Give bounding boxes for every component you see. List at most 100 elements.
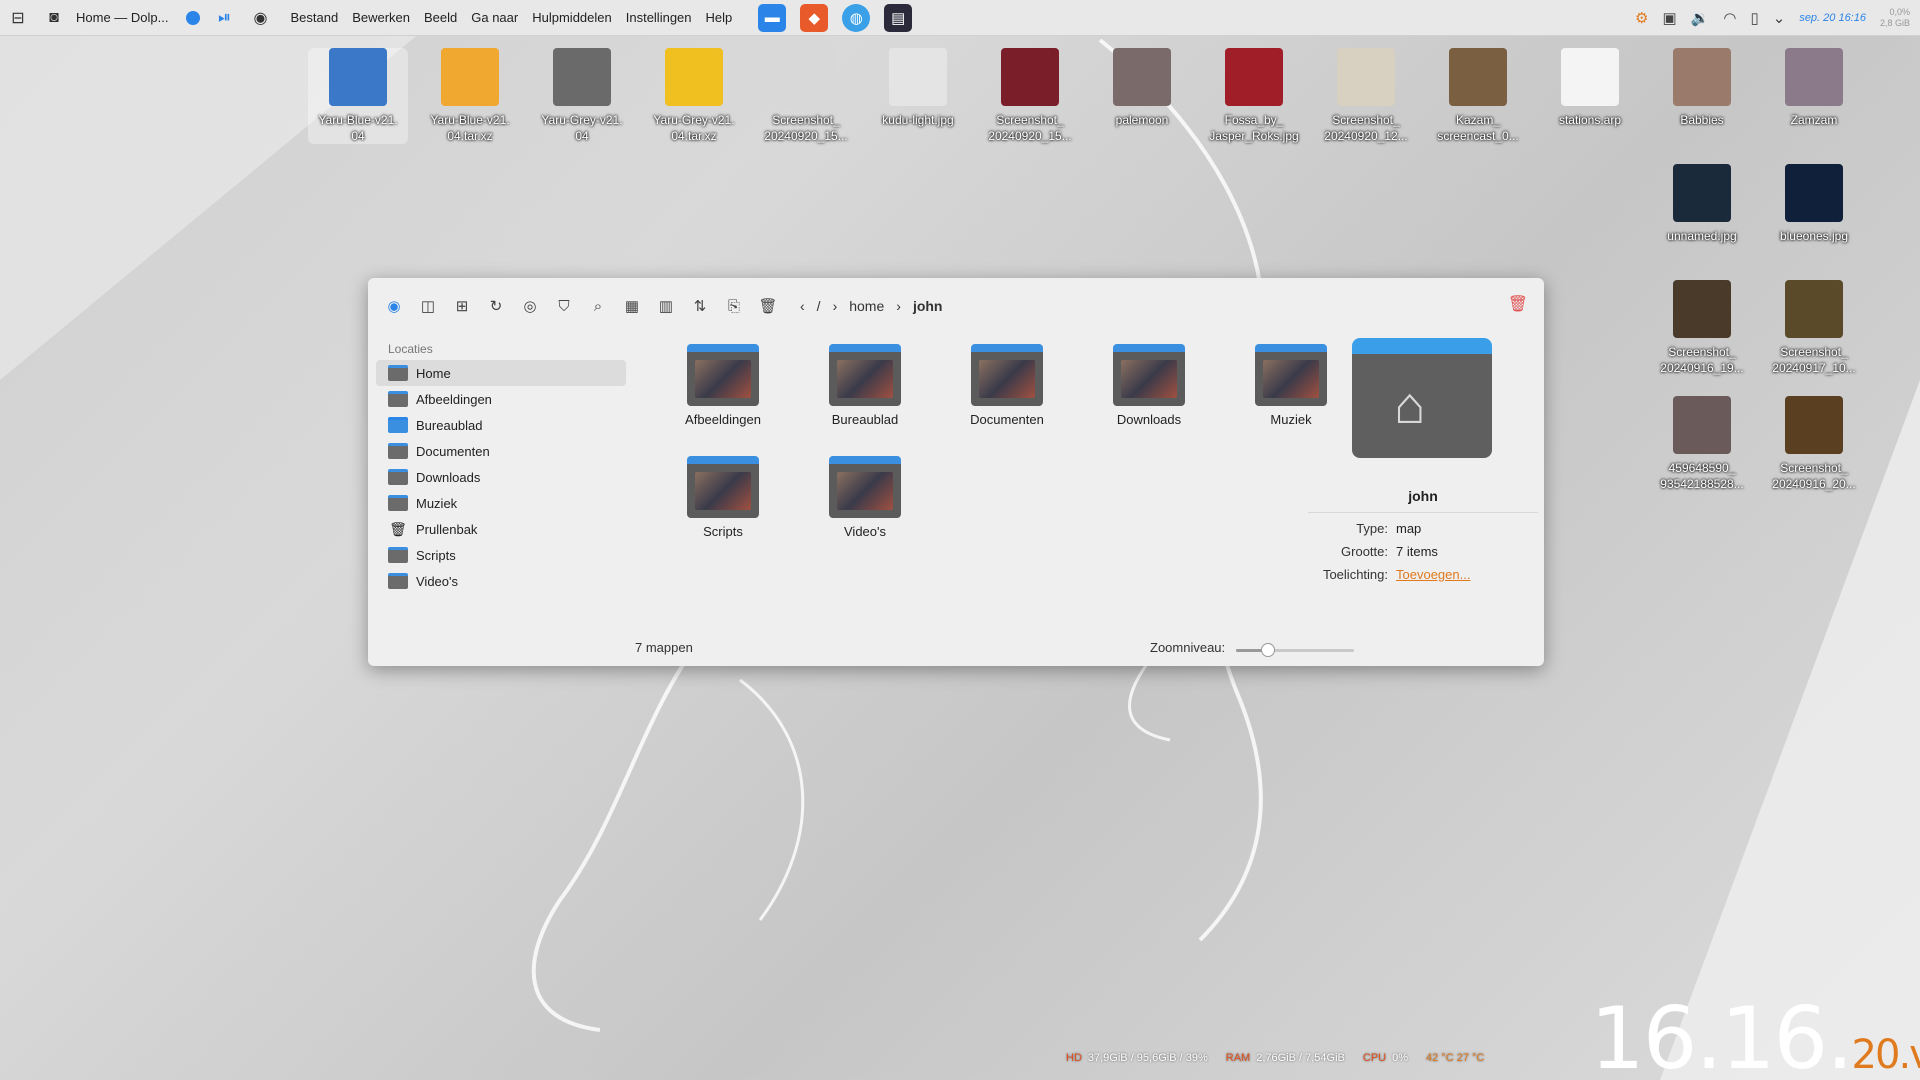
desktop-icon-label: Screenshot_ 20240920_15...: [764, 113, 848, 143]
sidebar-item-label: Prullenbak: [416, 521, 478, 537]
icons-view-icon[interactable]: ▦: [620, 294, 644, 318]
desktop-icon[interactable]: blueones.jpg: [1764, 164, 1864, 244]
sidebar-item-downloads[interactable]: Downloads: [376, 464, 626, 490]
dolphin-app-icon[interactable]: ▬: [758, 3, 787, 32]
sidebar-item-scripts[interactable]: Scripts: [376, 542, 626, 568]
breadcrumb-john[interactable]: john: [913, 298, 943, 314]
sidebar-item-home[interactable]: Home: [376, 360, 626, 386]
add-comment-link[interactable]: Toevoegen...: [1396, 567, 1470, 582]
desktop-icon-label: unnamed.jpg: [1667, 229, 1737, 243]
desktop-icon[interactable]: Screenshot_ 20240917_10...: [1764, 280, 1864, 376]
menu-bestand[interactable]: Bestand: [290, 10, 338, 25]
folder-item[interactable]: Afbeeldingen: [658, 344, 788, 427]
folder-icon: [829, 344, 901, 406]
breadcrumb-root[interactable]: /: [817, 298, 821, 314]
folder-item[interactable]: Video's: [800, 456, 930, 539]
clock-time: 16.16.: [1590, 989, 1854, 1080]
places-heading: Locaties: [388, 342, 433, 356]
terminal-app-icon[interactable]: ▤: [884, 3, 913, 32]
desktop-icon[interactable]: Yaru-Grey-v21. 04.tar.xz: [644, 48, 744, 144]
desktop-icon[interactable]: Screenshot_ 20240920_12...: [1316, 48, 1416, 144]
desktop-icon[interactable]: Screenshot_ 20240920_15...: [756, 48, 856, 144]
menu-instellingen[interactable]: Instellingen: [626, 10, 692, 25]
media-indicator-icon[interactable]: [186, 10, 201, 25]
desktop-icon-thumbnail: [1785, 396, 1843, 454]
battery-icon[interactable]: ▯: [1750, 9, 1758, 27]
network-icon[interactable]: ◠: [1723, 9, 1736, 27]
desktop-icon[interactable]: stations.arp: [1540, 48, 1640, 128]
menu-beeld[interactable]: Beeld: [424, 10, 457, 25]
window-menu-icon[interactable]: ⊟: [4, 4, 32, 32]
desktop-icon[interactable]: Zamzam: [1764, 48, 1864, 128]
sidebar-item-label: Bureaublad: [416, 417, 483, 433]
desktop-icon-thumbnail: [1785, 280, 1843, 338]
folder-icon: [388, 469, 408, 485]
zoom-slider[interactable]: [1236, 643, 1354, 657]
new-file-icon[interactable]: ⎘: [722, 294, 746, 318]
zoom-slider-handle[interactable]: [1260, 643, 1275, 657]
desktop-icon[interactable]: Kazam_ screencast_0...: [1428, 48, 1528, 144]
folder-item[interactable]: Downloads: [1084, 344, 1214, 427]
search-icon[interactable]: ⌕: [586, 294, 610, 318]
menu-help[interactable]: Help: [706, 10, 733, 25]
desktop-icon[interactable]: Screenshot_ 20240916_19...: [1652, 280, 1752, 376]
screenshot-icon[interactable]: ◙: [40, 4, 68, 32]
sidebar-item-documenten[interactable]: Documenten: [376, 438, 626, 464]
sidebar-item-prullenbak[interactable]: 🗑 Prullenbak: [376, 516, 626, 542]
details-view-icon[interactable]: ▥: [654, 294, 678, 318]
sort-icon[interactable]: ⇅: [688, 294, 712, 318]
menu-bewerken[interactable]: Bewerken: [352, 10, 410, 25]
menu-hulpmiddelen[interactable]: Hulpmiddelen: [532, 10, 612, 25]
preview-icon[interactable]: ◎: [518, 294, 542, 318]
back-icon[interactable]: ‹: [800, 298, 805, 314]
reload-icon[interactable]: ↻: [484, 294, 508, 318]
folder-view: Afbeeldingen Bureaublad Documenten Download…: [658, 344, 1327, 604]
sidebar-item-label: Scripts: [416, 547, 456, 563]
desktop-icon-label: Yaru-Grey-v21. 04: [541, 113, 623, 143]
item-count: 7 mappen: [635, 640, 693, 655]
dolphin-window: ◉ ◫ ⊞ ↻ ◎ ⛉ ⌕ ▦ ▥ ⇅ ⎘ 🗑 ‹ / › home › joh…: [368, 278, 1544, 666]
desktop-icon[interactable]: Fossa_by_ Jasper_Roks.jpg: [1204, 48, 1304, 144]
folder-item[interactable]: Documenten: [942, 344, 1072, 427]
active-window-title[interactable]: Home — Dolp...: [76, 10, 168, 25]
desktop-icon[interactable]: Yaru-Grey-v21. 04: [532, 48, 632, 144]
info-folder-name: john: [1308, 488, 1538, 513]
desktop-icon[interactable]: kudu-light.jpg: [868, 48, 968, 128]
brave-app-icon[interactable]: ◆: [800, 3, 829, 32]
record-icon[interactable]: ◉: [246, 4, 274, 32]
folder-icon: [687, 344, 759, 406]
task-manager: ▬ ◆ ◍ ▤: [758, 3, 913, 32]
desktop-icon[interactable]: Screenshot_ 20240920_15...: [980, 48, 1080, 144]
ram-label: RAM: [1225, 1052, 1251, 1064]
play-pause-icon[interactable]: ⏯: [210, 4, 238, 32]
breadcrumb-home[interactable]: home: [849, 298, 884, 314]
split-view-icon[interactable]: ◫: [416, 294, 440, 318]
folder-item[interactable]: Bureaublad: [800, 344, 930, 427]
new-tab-icon[interactable]: ⊞: [450, 294, 474, 318]
delete-icon[interactable]: 🗑: [756, 294, 780, 318]
clipboard-icon[interactable]: ▣: [1663, 9, 1677, 27]
desktop-icon[interactable]: Yaru-Blue-v21. 04: [308, 48, 408, 144]
panel-clock[interactable]: sep. 20 16:16: [1799, 12, 1866, 24]
bookmark-icon[interactable]: ⛉: [552, 294, 576, 318]
desktop-icon[interactable]: Screenshot_ 20240916_20...: [1764, 396, 1864, 492]
desktop-icon[interactable]: Babbies: [1652, 48, 1752, 128]
sidebar-item-bureaublad[interactable]: Bureaublad: [376, 412, 626, 438]
kde-menu-icon[interactable]: ◉: [382, 294, 406, 318]
sidebar-item-muziek[interactable]: Muziek: [376, 490, 626, 516]
desktop-icon[interactable]: unnamed.jpg: [1652, 164, 1752, 244]
tray-expand-icon[interactable]: ⌄: [1773, 9, 1786, 27]
desktop-icon-label: Yaru-Blue-v21. 04: [318, 113, 398, 143]
desktop-icon[interactable]: 459648590_ 93542188528...: [1652, 396, 1752, 492]
menu-ga-naar[interactable]: Ga naar: [471, 10, 518, 25]
desktop-icon[interactable]: Yaru-Blue-v21. 04.tar.xz: [420, 48, 520, 144]
information-panel: ⌂ john Type: map Grootte: 7 items Toelic…: [1308, 338, 1538, 582]
browser-app-icon[interactable]: ◍: [842, 3, 871, 32]
updates-icon[interactable]: ⚙: [1635, 9, 1648, 27]
sidebar-item-videos[interactable]: Video's: [376, 568, 626, 594]
desktop-icon[interactable]: palemoon: [1092, 48, 1192, 128]
folder-item[interactable]: Scripts: [658, 456, 788, 539]
volume-icon[interactable]: 🔉: [1691, 9, 1710, 27]
sidebar-item-afbeeldingen[interactable]: Afbeeldingen: [376, 386, 626, 412]
trash-icon[interactable]: 🗑: [1508, 294, 1528, 314]
